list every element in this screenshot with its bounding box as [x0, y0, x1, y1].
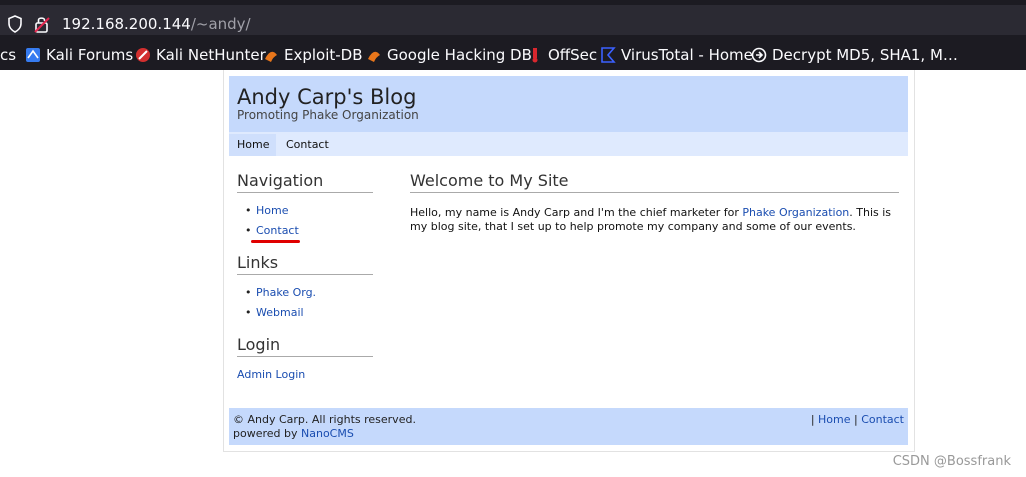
nanocms-link[interactable]: NanoCMS	[301, 427, 354, 440]
bookmark-label: Kali NetHunter	[156, 46, 266, 64]
site-subtitle: Promoting Phake Organization	[237, 108, 419, 122]
browser-url-bar: 192.168.200.144/~andy/	[0, 0, 1026, 40]
tab-home[interactable]: Home	[229, 134, 276, 156]
bookmark-exploit-db[interactable]: Exploit-DB	[263, 46, 363, 64]
url-host: 192.168.200.144	[62, 15, 191, 33]
list-item: Home	[245, 201, 299, 221]
list-item: Phake Org.	[245, 283, 316, 303]
list-item: Webmail	[245, 303, 316, 323]
list-item: Contact	[245, 221, 299, 241]
bookmarks-toolbar: cs Kali Forums Kali NetHunter Exploit-DB…	[0, 40, 1026, 70]
bookmark-partial[interactable]: cs	[0, 46, 16, 64]
main-content: Welcome to My Site Hello, my name is And…	[410, 165, 899, 234]
powered-by: powered by NanoCMS	[233, 427, 416, 441]
bookmark-label: Kali Forums	[46, 46, 134, 64]
watermark: CSDN @Bossfrank	[892, 454, 1011, 469]
bookmark-virustotal[interactable]: VirusTotal - Home	[600, 46, 753, 64]
footer-links: | Home | Contact	[811, 413, 904, 427]
footer-separator: |	[850, 413, 862, 426]
powered-prefix: powered by	[233, 427, 301, 440]
footer-left: © Andy Carp. All rights reserved. powere…	[233, 413, 416, 441]
bookmark-label: cs	[0, 46, 17, 64]
admin-login-link[interactable]: Admin Login	[237, 367, 305, 383]
top-nav: Home Contact	[229, 132, 908, 156]
link-webmail[interactable]: Webmail	[256, 306, 304, 319]
links-heading: Links	[237, 253, 373, 275]
content-paragraph: Hello, my name is Andy Carp and I'm the …	[410, 206, 899, 234]
links-list: Phake Org. Webmail	[245, 283, 316, 323]
bookmark-label: VirusTotal - Home	[621, 46, 753, 64]
shield-icon[interactable]	[7, 15, 23, 33]
login-heading: Login	[237, 335, 373, 357]
bookmark-kali-nethunter[interactable]: Kali NetHunter	[135, 46, 266, 64]
footer-separator: |	[810, 413, 819, 426]
bookmark-label: Exploit-DB	[284, 46, 363, 64]
bookmark-google-hacking-db[interactable]: Google Hacking DB	[366, 46, 532, 64]
tab-contact[interactable]: Contact	[278, 134, 338, 156]
bookmark-decrypt[interactable]: Decrypt MD5, SHA1, M…	[751, 46, 958, 64]
paragraph-text: Hello, my name is Andy Carp and I'm the …	[410, 206, 743, 219]
kali-forums-icon	[26, 48, 40, 62]
offsec-icon	[532, 48, 538, 63]
nav-link-home[interactable]: Home	[256, 204, 288, 217]
site-footer: © Andy Carp. All rights reserved. powere…	[229, 408, 908, 445]
content-heading: Welcome to My Site	[410, 171, 899, 193]
virustotal-icon	[601, 47, 616, 63]
bookmark-label: Google Hacking DB	[387, 46, 532, 64]
site-header: Andy Carp's Blog Promoting Phake Organiz…	[229, 76, 908, 132]
bookmark-offsec[interactable]: OffSec	[527, 46, 597, 64]
url-path: /~andy/	[190, 15, 251, 33]
nav-link-contact[interactable]: Contact	[256, 224, 299, 237]
bookmark-label: OffSec	[548, 46, 598, 64]
url-text[interactable]: 192.168.200.144/~andy/	[62, 15, 251, 33]
ghdb-icon	[368, 51, 380, 62]
phake-organization-link[interactable]: Phake Organization	[742, 206, 849, 219]
insecure-lock-icon[interactable]	[34, 15, 50, 33]
kali-nethunter-icon	[136, 48, 150, 62]
site-title: Andy Carp's Blog	[237, 85, 417, 109]
bookmark-label: Decrypt MD5, SHA1, M…	[772, 46, 958, 64]
navigation-list: Home Contact	[245, 201, 299, 241]
link-phake-org[interactable]: Phake Org.	[256, 286, 316, 299]
annotation-underline	[251, 240, 300, 243]
address-field[interactable]: 192.168.200.144/~andy/	[0, 5, 1026, 35]
bookmark-kali-forums[interactable]: Kali Forums	[25, 46, 133, 64]
copyright-text: © Andy Carp. All rights reserved.	[233, 413, 416, 426]
footer-link-home[interactable]: Home	[818, 413, 850, 426]
exploit-db-icon	[265, 51, 277, 62]
decrypt-icon	[751, 47, 767, 63]
navigation-heading: Navigation	[237, 171, 373, 193]
footer-link-contact[interactable]: Contact	[861, 413, 904, 426]
